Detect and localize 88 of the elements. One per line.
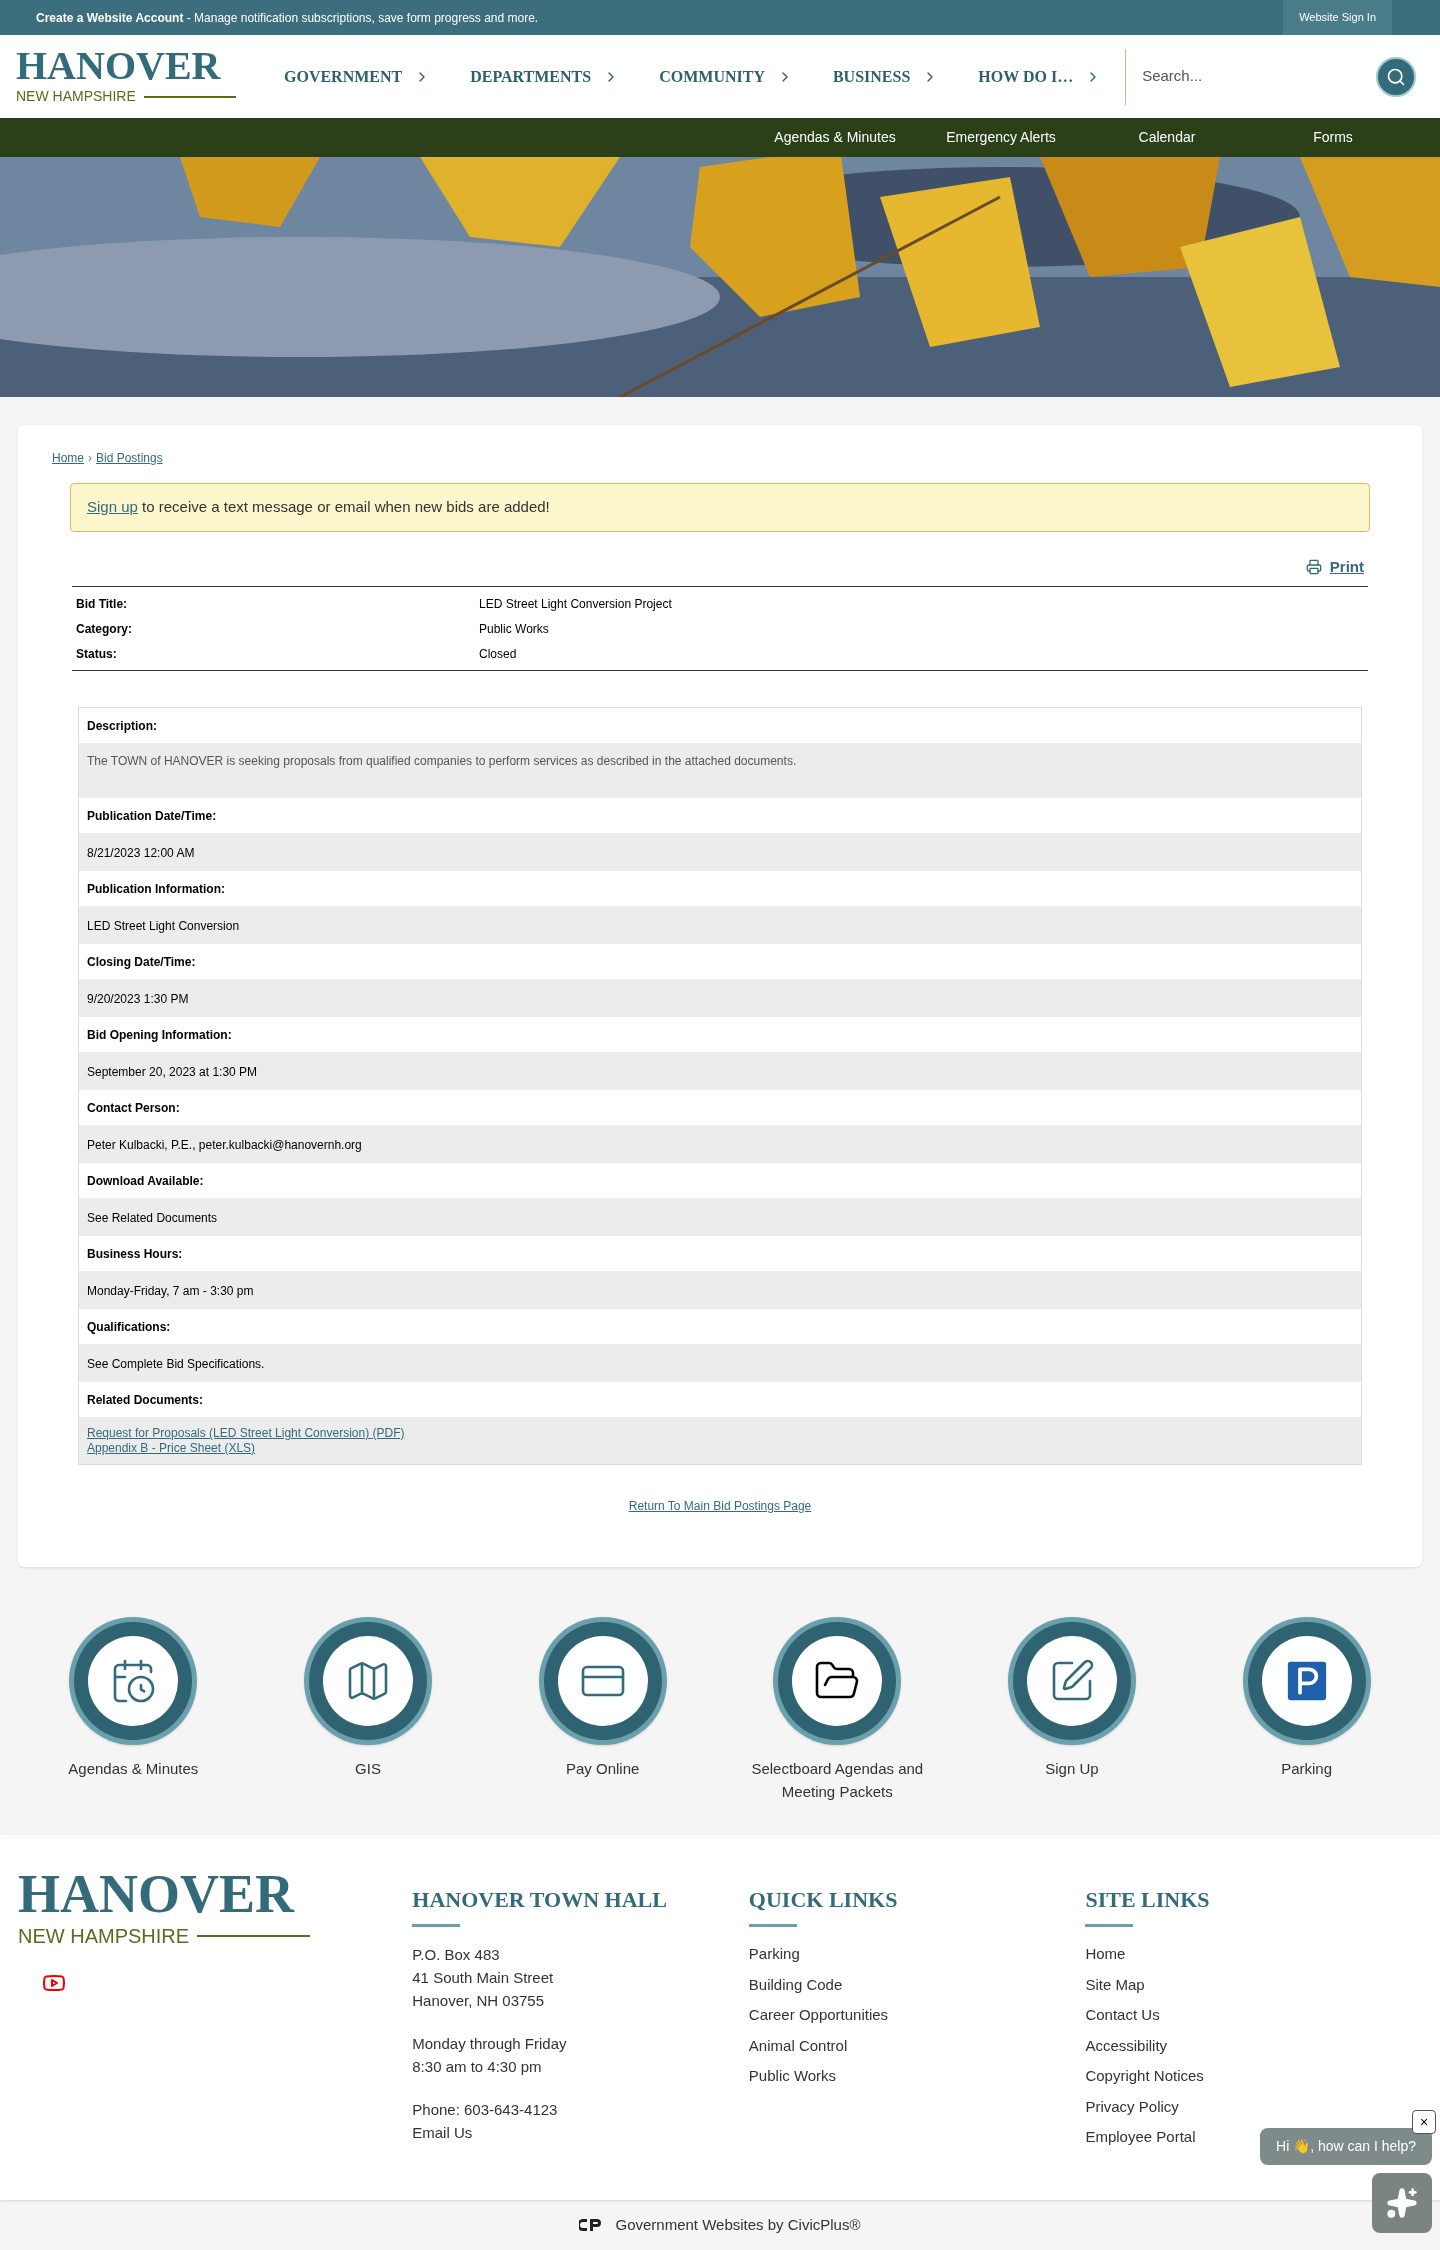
detail-value: LED Street Light Conversion <box>87 917 240 935</box>
document-link[interactable]: Request for Proposals (LED Street Light Conversion) (PDF) <box>87 1426 405 1441</box>
quick-link[interactable]: Selectboard Agendas and Meeting Packets <box>727 1617 948 1835</box>
nav-link[interactable]: BUSINESS <box>832 64 939 89</box>
address-line: 41 South Main Street <box>412 1968 555 1988</box>
account-notice: Create a Website Account - Manage notification subscriptions, save form progress and more. <box>36 9 539 27</box>
detail-label: Publication Information: <box>87 880 225 898</box>
subnav-link[interactable]: Calendar <box>1084 127 1250 148</box>
sign-up-link[interactable]: Sign up <box>87 498 138 515</box>
breadcrumb-link[interactable]: Bid Postings <box>96 449 163 467</box>
logo-subtitle: NEW HAMPSHIRE <box>18 1924 190 1949</box>
detail-label: Download Available: <box>87 1172 204 1190</box>
detail-label: Publication Date/Time: <box>87 807 217 825</box>
summary-value: Closed <box>479 645 517 663</box>
address-line: Hanover, NH 03755 <box>412 1991 546 2011</box>
footer-link[interactable]: Site Map <box>1085 1969 1145 2000</box>
notice-text: Sign up to receive a text message or email when new bids are added! <box>87 498 550 515</box>
detail-label: Bid Opening Information: <box>87 1026 232 1044</box>
sign-in-button[interactable]: Website Sign In <box>1283 0 1392 35</box>
nav-link[interactable]: HOW DO I… <box>978 64 1102 89</box>
detail-label: Closing Date/Time: <box>87 953 196 971</box>
detail-value: See Complete Bid Specifications. <box>87 1355 265 1373</box>
detail-label: Contact Person: <box>87 1099 180 1117</box>
footer-link[interactable]: Copyright Notices <box>1085 2061 1204 2092</box>
quick-link[interactable]: Parking <box>1196 1617 1417 1835</box>
detail-value: Monday-Friday, 7 am - 3:30 pm <box>87 1282 254 1300</box>
address-line: Email Us <box>412 2123 474 2143</box>
chat-bubble[interactable]: Hi 👋, how can I help? <box>1260 2128 1432 2165</box>
detail-value: See Related Documents <box>87 1209 218 1227</box>
footer-link[interactable]: Home <box>1085 1939 1126 1970</box>
sparkles-icon <box>1386 2187 1418 2219</box>
footer-link[interactable]: Public Works <box>748 2061 837 2092</box>
quick-link[interactable]: Agendas & Minutes <box>23 1617 244 1835</box>
quick-link[interactable]: GIS <box>258 1617 478 1835</box>
close-chat-button[interactable]: × <box>1412 2110 1436 2134</box>
summary-label: Bid Title: <box>76 595 129 613</box>
footer-link[interactable]: Privacy Policy <box>1085 2091 1179 2122</box>
footer-link[interactable]: Employee Portal <box>1085 2122 1196 2153</box>
summary-label: Category: <box>76 620 133 638</box>
detail-label: Business Hours: <box>87 1245 183 1263</box>
logo-title[interactable]: HANOVER <box>18 1867 310 1921</box>
footer-heading: SITE LINKS <box>1085 1886 1211 1914</box>
breadcrumb-link[interactable]: Home <box>52 449 84 467</box>
printer-icon <box>1305 558 1322 575</box>
detail-label: Description: <box>87 717 157 735</box>
quick-link[interactable]: Sign Up <box>961 1617 1182 1835</box>
subnav-link[interactable]: Emergency Alerts <box>918 127 1084 148</box>
footer-heading: QUICK LINKS <box>748 1886 899 1914</box>
footer-link[interactable]: Contact Us <box>1085 2000 1160 2031</box>
search-icon <box>1386 66 1406 87</box>
quick-link[interactable]: Pay Online <box>492 1617 713 1835</box>
footer-link[interactable]: Building Code <box>748 1969 843 2000</box>
footer-heading: HANOVER TOWN HALL <box>412 1886 668 1914</box>
subnav-link[interactable]: Forms <box>1250 127 1416 148</box>
nav-link[interactable]: DEPARTMENTS <box>470 64 620 89</box>
nav-link[interactable]: GOVERNMENT <box>284 64 431 89</box>
chat-button[interactable] <box>1372 2173 1432 2233</box>
address-line: 8:30 am to 4:30 pm <box>412 2057 543 2077</box>
search-field[interactable]: Search... <box>1142 65 1376 88</box>
footer-link[interactable]: Career Opportunities <box>748 2000 889 2031</box>
detail-value: The TOWN of HANOVER is seeking proposals from qualified companies to perform services as described in the attached documents. <box>87 754 797 768</box>
footer-link[interactable]: Accessibility <box>1085 2030 1168 2061</box>
detail-value: 9/20/2023 1:30 PM <box>87 990 189 1008</box>
logo-title[interactable]: HANOVER <box>16 46 236 86</box>
footer-link[interactable]: Parking <box>748 1939 800 1970</box>
create-account-link[interactable]: Create a Website Account <box>36 10 184 25</box>
detail-label: Related Documents: <box>87 1391 204 1409</box>
summary-value: LED Street Light Conversion Project <box>479 595 672 613</box>
detail-value: September 20, 2023 at 1:30 PM <box>87 1063 258 1081</box>
summary-label: Status: <box>76 645 118 663</box>
detail-label: Qualifications: <box>87 1318 171 1336</box>
return-link[interactable]: Return To Main Bid Postings Page <box>628 1497 812 1515</box>
address-line: Phone: 603-643-4123 <box>412 2100 559 2120</box>
breadcrumb-separator: › <box>88 450 92 467</box>
document-link[interactable]: Appendix B - Price Sheet (XLS) <box>87 1441 256 1456</box>
summary-value: Public Works <box>479 620 549 638</box>
address-line: P.O. Box 483 <box>412 1945 501 1965</box>
nav-link[interactable]: COMMUNITY <box>659 64 793 89</box>
detail-value: 8/21/2023 12:00 AM <box>87 844 195 862</box>
civicplus-logo-icon <box>579 2218 604 2232</box>
footer-link[interactable]: Animal Control <box>748 2030 848 2061</box>
print-link[interactable]: Print <box>1305 555 1364 578</box>
detail-value: Peter Kulbacki, P.E., peter.kulbacki@hanovernh.org <box>87 1136 362 1154</box>
address-line: Monday through Friday <box>412 2034 568 2054</box>
subnav-link[interactable]: Agendas & Minutes <box>752 127 918 148</box>
logo-subtitle: NEW HAMPSHIRE <box>16 87 136 106</box>
search-button[interactable] <box>1376 56 1416 97</box>
credit-text: Government Websites by CivicPlus® <box>615 2214 861 2235</box>
